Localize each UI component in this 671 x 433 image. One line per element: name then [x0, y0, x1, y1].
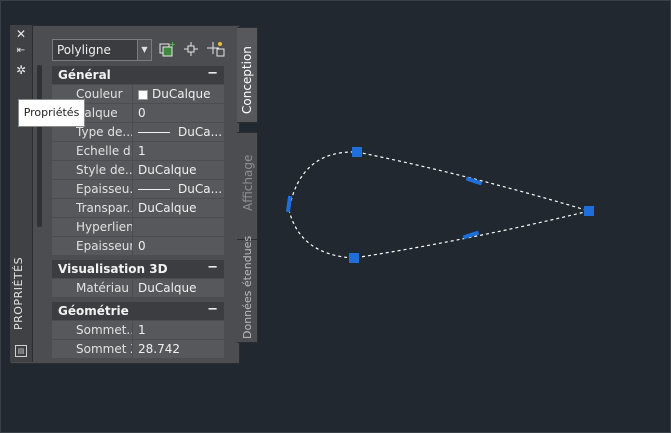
property-value: DuCa... — [178, 182, 223, 196]
palette-titlebar[interactable]: ✕ ⇤ ✲ PROPRIÉTÉS ▤ — [10, 25, 33, 362]
color-swatch — [138, 90, 148, 100]
grip-vertex[interactable] — [584, 206, 594, 216]
property-row-transparence[interactable]: Transpar... DuCalque — [52, 199, 224, 218]
property-label: Hyperlien — [76, 220, 132, 234]
quick-select-icon[interactable]: + — [159, 40, 176, 57]
auto-hide-icon[interactable]: ⇤ — [10, 44, 32, 58]
property-row-sommet-x[interactable]: Sommet X 28.742 — [52, 340, 224, 359]
properties-content: Polyligne ▼ + Général − Couleur DuCalque… — [50, 33, 226, 359]
property-value: 28.742 — [138, 342, 180, 356]
palette-menu-icon[interactable]: ▤ — [15, 345, 27, 357]
property-label: Epaisseur — [76, 239, 132, 253]
chevron-down-icon[interactable]: ▼ — [137, 40, 151, 60]
tab-affichage[interactable]: Affichage — [237, 132, 258, 240]
section-general-toggle[interactable]: − — [207, 66, 218, 81]
property-value: DuCalque — [138, 281, 197, 295]
property-row-epaisseur-ligne[interactable]: Epaisseu... DuCa... — [52, 180, 224, 199]
property-label: Type de... — [76, 125, 132, 139]
section-visualisation-toggle[interactable]: − — [207, 260, 218, 275]
settings-icon[interactable]: ✲ — [10, 63, 32, 77]
tooltip: Propriétés — [18, 99, 85, 127]
property-label: Transpar... — [76, 201, 132, 215]
section-geometrie[interactable]: Géométrie − — [52, 302, 224, 320]
palette-title-label: PROPRIÉTÉS — [12, 256, 25, 330]
grip-midpoint[interactable] — [465, 176, 483, 186]
property-value: DuCalque — [138, 163, 197, 177]
section-geometrie-toggle[interactable]: − — [207, 302, 218, 317]
tab-conception[interactable]: Conception — [237, 27, 258, 123]
grip-vertex[interactable] — [352, 147, 362, 157]
property-label: Sommet... — [76, 323, 132, 337]
close-icon[interactable]: ✕ — [10, 27, 32, 41]
property-row-hyperlien[interactable]: Hyperlien — [52, 218, 224, 237]
toggle-pickadd-icon[interactable] — [207, 41, 225, 57]
property-label: Echelle d... — [76, 144, 132, 158]
grip-vertex[interactable] — [349, 253, 359, 263]
property-row-sommet[interactable]: Sommet... 1 — [52, 321, 224, 340]
svg-text:+: + — [169, 41, 175, 49]
grip-midpoint[interactable] — [285, 195, 293, 213]
section-general-title: Général — [58, 68, 111, 82]
property-value: DuCalque — [152, 87, 211, 101]
section-visualisation-title: Visualisation 3D — [58, 262, 168, 276]
section-visualisation-3d[interactable]: Visualisation 3D − — [52, 260, 224, 278]
property-label: Matériau — [76, 281, 130, 295]
scrollbar[interactable] — [37, 65, 42, 227]
section-geometrie-title: Géométrie — [58, 304, 129, 318]
property-label: Style de... — [76, 163, 132, 177]
property-value: DuCa... — [178, 125, 223, 139]
select-objects-icon[interactable] — [183, 41, 199, 57]
object-type-value: Polyligne — [57, 43, 111, 57]
property-value: DuCalque — [138, 201, 197, 215]
property-row-epaisseur[interactable]: Epaisseur 0 — [52, 237, 224, 256]
property-label: Epaisseu... — [76, 182, 132, 196]
property-value: 1 — [138, 144, 146, 158]
tab-affichage-label: Affichage — [241, 154, 255, 211]
property-value: 0 — [138, 239, 146, 253]
section-general[interactable]: Général − — [52, 66, 224, 84]
tab-conception-label: Conception — [240, 46, 254, 114]
grip-midpoint[interactable] — [462, 230, 480, 240]
tab-donnees-label: Données étendues — [241, 235, 254, 339]
properties-toolbar: Polyligne ▼ + — [50, 37, 226, 61]
tab-donnees-etendues[interactable]: Données étendues — [237, 235, 258, 343]
property-row-style[interactable]: Style de... DuCalque — [52, 161, 224, 180]
linetype-preview — [138, 132, 170, 133]
property-row-echelle[interactable]: Echelle d... 1 — [52, 142, 224, 161]
property-label: Sommet X — [76, 342, 132, 356]
object-type-select[interactable]: Polyligne ▼ — [52, 39, 152, 61]
polyline-shape[interactable] — [288, 151, 592, 259]
property-value: 1 — [138, 323, 146, 337]
lineweight-preview — [138, 189, 170, 190]
property-value: 0 — [138, 106, 146, 120]
property-row-materiau[interactable]: Matériau DuCalque — [52, 279, 224, 298]
